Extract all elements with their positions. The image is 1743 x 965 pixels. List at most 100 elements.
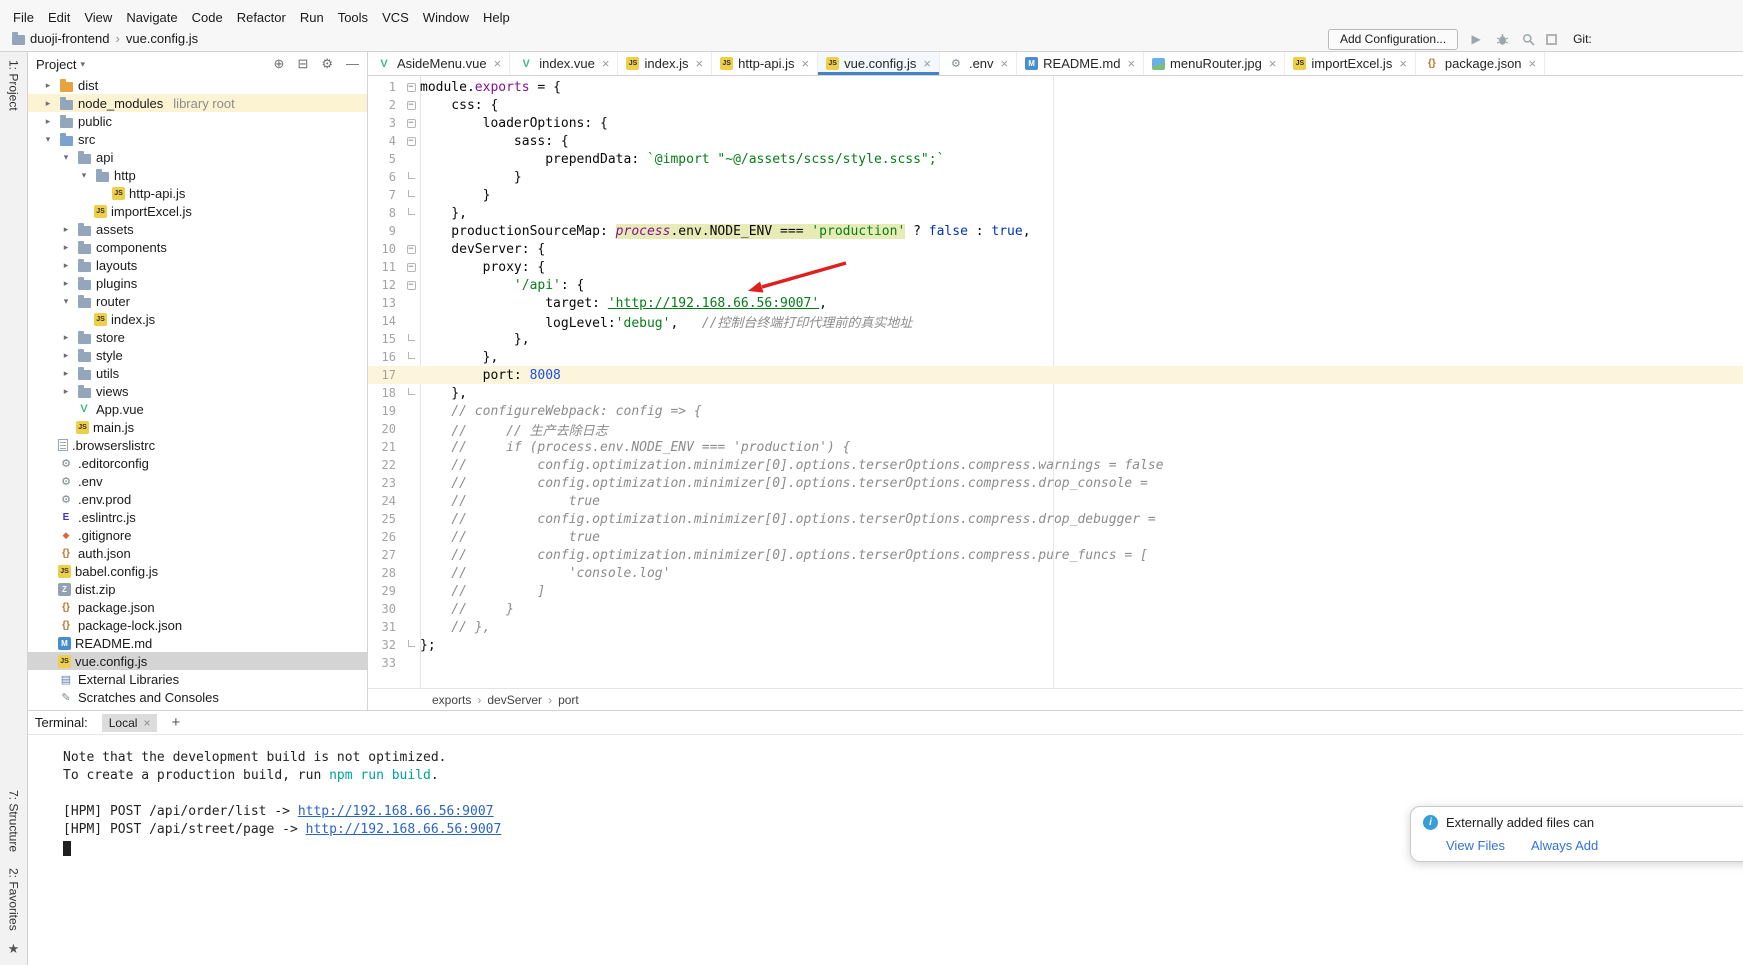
code-line-31[interactable]: 31 // }, [368,618,1743,636]
menu-item-view[interactable]: View [77,10,119,25]
code-line-21[interactable]: 21 // if (process.env.NODE_ENV === 'prod… [368,438,1743,456]
chevron-right-icon[interactable]: ▸ [42,116,54,127]
chevron-right-icon[interactable]: ▸ [60,386,72,397]
new-terminal-button[interactable]: + [171,714,180,731]
chevron-right-icon[interactable]: ▸ [42,80,54,91]
terminal-link[interactable]: http://192.168.66.56:9007 [306,822,502,837]
menu-item-code[interactable]: Code [185,10,230,25]
settings-gear-icon[interactable]: ⚙ [321,56,333,72]
tab-package-json[interactable]: {}package.json× [1416,52,1545,75]
fold-collapse-icon[interactable]: − [407,83,416,92]
code-line-6[interactable]: 6 } [368,168,1743,186]
locate-file-icon[interactable]: ⊕ [274,56,285,72]
tab-menurouter-jpg[interactable]: menuRouter.jpg× [1144,52,1285,75]
chevron-right-icon[interactable]: ▸ [60,260,72,271]
tree-item-importexcel-js[interactable]: JSimportExcel.js [28,202,367,220]
breadcrumb-project[interactable]: duoji-frontend [30,31,110,46]
tree-item-node-modules[interactable]: ▸node_moduleslibrary root [28,94,367,112]
tree-item-main-js[interactable]: JSmain.js [28,418,367,436]
tree-item-index-js[interactable]: JSindex.js [28,310,367,328]
tab-close-icon[interactable]: × [696,56,704,71]
code-line-27[interactable]: 27 // config.optimization.minimizer[0].o… [368,546,1743,564]
menu-item-vcs[interactable]: VCS [375,10,416,25]
tab-index-vue[interactable]: Vindex.vue× [510,52,618,75]
fold-marker-icon[interactable] [402,208,420,219]
fold-marker-icon[interactable] [402,334,420,345]
fold-marker-icon[interactable]: − [402,245,420,254]
chevron-right-icon[interactable]: ▸ [42,98,54,109]
code-line-19[interactable]: 19 // configureWebpack: config => { [368,402,1743,420]
code-line-8[interactable]: 8 }, [368,204,1743,222]
tab-close-icon[interactable]: × [1529,56,1537,71]
tab-index-js[interactable]: JSindex.js× [618,52,712,75]
code-line-5[interactable]: 5 prependData: `@import "~@/assets/scss/… [368,150,1743,168]
tab-close-icon[interactable]: × [923,56,931,71]
code-area[interactable]: 1−module.exports = {2− css: {3− loaderOp… [368,76,1743,688]
tree-item-eslintrc-js[interactable]: E.eslintrc.js [28,508,367,526]
code-line-14[interactable]: 14 logLevel:'debug', //控制台终端打印代理前的真实地址 [368,312,1743,330]
terminal-tab-local[interactable]: Local × [102,714,158,732]
fold-collapse-icon[interactable]: − [407,119,416,128]
code-link[interactable]: 'http://192.168.66.56:9007' [608,296,819,311]
stripe-button-2-favorites[interactable]: 2: Favorites [7,868,21,931]
search-icon[interactable] [1520,33,1536,46]
chevron-right-icon[interactable]: ▸ [60,368,72,379]
code-line-12[interactable]: 12− '/api': { [368,276,1743,294]
tree-item-app-vue[interactable]: VApp.vue [28,400,367,418]
tab-close-icon[interactable]: × [1399,56,1407,71]
code-line-28[interactable]: 28 // 'console.log' [368,564,1743,582]
code-line-3[interactable]: 3− loaderOptions: { [368,114,1743,132]
menu-item-edit[interactable]: Edit [41,10,77,25]
run-icon[interactable]: ▶ [1468,32,1484,46]
code-line-11[interactable]: 11− proxy: { [368,258,1743,276]
code-line-24[interactable]: 24 // true [368,492,1743,510]
code-line-20[interactable]: 20 // // 生产去除日志 [368,420,1743,438]
code-line-7[interactable]: 7 } [368,186,1743,204]
chevron-right-icon[interactable]: ▸ [60,242,72,253]
tree-item-src[interactable]: ▾src [28,130,367,148]
tree-item-vue-config-js[interactable]: JSvue.config.js [28,652,367,670]
tab-close-icon[interactable]: × [1127,56,1135,71]
stripe-button-1-project[interactable]: 1: Project [7,60,21,111]
tree-item-api[interactable]: ▾api [28,148,367,166]
code-line-32[interactable]: 32}; [368,636,1743,654]
fold-collapse-icon[interactable]: − [407,101,416,110]
collapse-all-icon[interactable]: ⊟ [297,56,308,72]
tree-item-env[interactable]: ⚙.env [28,472,367,490]
code-line-17[interactable]: 17 port: 8008 [368,366,1743,384]
tree-item-router[interactable]: ▾router [28,292,367,310]
menu-item-tools[interactable]: Tools [331,10,375,25]
tree-item-gitignore[interactable]: ◆.gitignore [28,526,367,544]
tree-item-scratches-and-consoles[interactable]: ✎Scratches and Consoles [28,688,367,706]
code-line-10[interactable]: 10− devServer: { [368,240,1743,258]
chevron-down-icon[interactable]: ▾ [80,59,85,70]
fold-collapse-icon[interactable]: − [407,281,416,290]
tree-item-auth-json[interactable]: {}auth.json [28,544,367,562]
tree-item-plugins[interactable]: ▸plugins [28,274,367,292]
fold-collapse-icon[interactable]: − [407,245,416,254]
project-panel-title[interactable]: Project [36,57,76,72]
notification-action-always-add[interactable]: Always Add [1531,838,1598,853]
breadcrumb-exports[interactable]: exports [430,693,473,707]
tab-close-icon[interactable]: × [1001,56,1009,71]
menu-item-run[interactable]: Run [293,10,331,25]
tree-item-components[interactable]: ▸components [28,238,367,256]
fold-marker-icon[interactable] [402,388,420,399]
code-line-29[interactable]: 29 // ] [368,582,1743,600]
code-line-9[interactable]: 9 productionSourceMap: process.env.NODE_… [368,222,1743,240]
tree-item-assets[interactable]: ▸assets [28,220,367,238]
chevron-down-icon[interactable]: ▾ [60,152,72,163]
tree-item-external-libraries[interactable]: ▤External Libraries [28,670,367,688]
fold-marker-icon[interactable]: − [402,281,420,290]
tree-item-views[interactable]: ▸views [28,382,367,400]
tab-close-icon[interactable]: × [802,56,810,71]
tree-item-http-api-js[interactable]: JShttp-api.js [28,184,367,202]
fold-marker-icon[interactable]: − [402,119,420,128]
tree-item-readme-md[interactable]: MREADME.md [28,634,367,652]
breadcrumb-file[interactable]: vue.config.js [126,31,198,46]
hide-panel-icon[interactable]: — [346,56,359,72]
menu-item-refactor[interactable]: Refactor [230,10,293,25]
code-line-26[interactable]: 26 // true [368,528,1743,546]
notification-action-view-files[interactable]: View Files [1446,838,1505,853]
stop-icon[interactable] [1546,34,1557,45]
